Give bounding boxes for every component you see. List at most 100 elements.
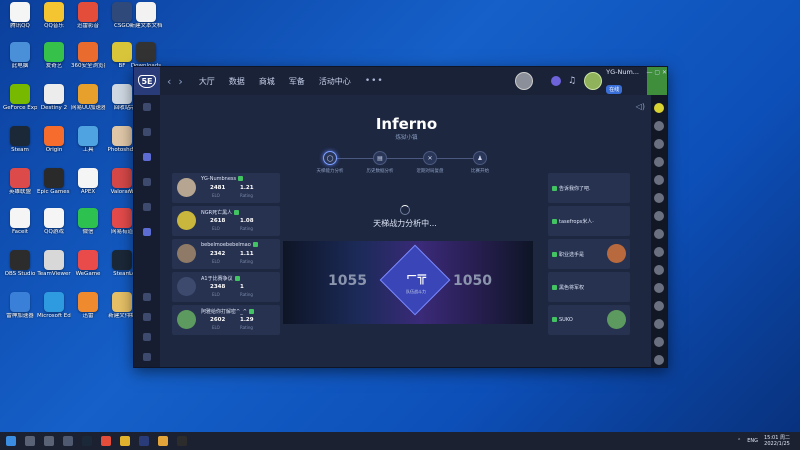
taskbar-obs-icon[interactable] [177,436,187,446]
sidebar-settings-icon[interactable] [143,313,151,321]
desktop-icon[interactable]: 雷神加速器 [4,292,36,319]
more-menu-icon[interactable]: ••• [365,76,384,86]
clock[interactable]: 15:01 周二 2022/1/25 [764,435,790,447]
window-controls-icon[interactable]: — ▢ ✕ [646,69,667,76]
player-card[interactable]: YG-Numbness 2481 1.21 ELO Rating [172,173,280,203]
player-card[interactable]: 阿雅给你打解密^_^ 2602 1.29 ELO Rating [172,305,280,335]
sidebar-star-icon[interactable] [143,178,151,186]
desktop-icon[interactable]: Faceit [4,208,36,235]
desktop-icon[interactable]: TeamViewer [37,250,71,277]
friend-avatar[interactable] [654,121,664,131]
desktop-icon[interactable]: Steam [4,126,36,153]
friend-avatar[interactable] [654,139,664,149]
opponent-card[interactable]: 告诉我你了吧. [548,173,630,203]
bell-icon[interactable]: ♫ [568,76,576,86]
desktop-icon[interactable]: 此电脑 [4,42,36,69]
desktop-icon[interactable]: 微信 [72,208,104,235]
task-view-icon[interactable] [44,436,54,446]
player-card[interactable]: bebelmoebebelmao 2342 1.11 ELO Rating [172,239,280,269]
forward-arrow-icon[interactable]: › [178,75,182,88]
desktop-icon[interactable]: Downloads [130,42,162,69]
desktop-icon[interactable]: 迅雷 [72,292,104,319]
chat-icon[interactable] [654,355,664,365]
desktop-icon[interactable]: 网易UU加速器 [71,84,105,111]
taskbar-app-icon[interactable] [158,436,168,446]
opponent-card[interactable]: tasefrops米人· [548,206,630,236]
taskbar-wanmei-icon[interactable] [120,436,130,446]
opponent-avatar[interactable] [607,244,626,263]
sidebar-sword-icon[interactable] [143,228,151,236]
player-card[interactable]: NGR死亡黑人 2618 1.08 ELO Rating [172,206,280,236]
taskbar-steam-icon[interactable] [82,436,92,446]
taskbar-chrome-icon[interactable] [101,436,111,446]
start-icon[interactable] [6,436,16,446]
tray-lang[interactable]: ENG [747,438,758,444]
friend-avatar[interactable] [654,229,664,239]
desktop-icon[interactable]: APEX [72,168,104,195]
friend-avatar[interactable] [654,265,664,275]
desktop-icon[interactable]: Epic Games Launcher [37,168,71,195]
player-avatar[interactable] [177,211,196,230]
tray-arrow-icon[interactable]: ⌃ [737,438,741,444]
sidebar-power-icon[interactable] [143,353,151,361]
desktop-icon[interactable]: WeGame [72,250,104,277]
friend-avatar[interactable] [654,319,664,329]
desktop-icon[interactable]: 360安全浏览器 [71,42,105,69]
search-icon[interactable] [25,436,35,446]
desktop-icon[interactable]: 迅雷影音 [72,2,104,29]
friend-avatar[interactable] [654,337,664,347]
sidebar-profile-icon[interactable] [143,103,151,111]
widgets-icon[interactable] [63,436,73,446]
friend-avatar[interactable] [654,247,664,257]
desktop-icon[interactable]: 工具 [72,126,104,153]
rank-badge-icon[interactable] [515,72,534,90]
opponent-avatar[interactable] [607,310,626,329]
friend-avatar[interactable] [654,157,664,167]
desktop-icon[interactable]: GeForce Experience [3,84,37,111]
desktop-icon[interactable]: QQ音乐 [38,2,70,29]
desktop-icon[interactable]: Origin [38,126,70,153]
opponent-card[interactable]: SUKO [548,305,630,335]
desktop-icon[interactable]: 英雄联盟 [4,168,36,195]
taskbar-5e-icon[interactable] [139,436,149,446]
user-avatar[interactable] [584,72,603,90]
nav-data[interactable]: 数据 [229,76,245,87]
5e-logo[interactable]: 5E [134,67,160,95]
sound-icon[interactable]: ◁) [636,102,645,111]
player-avatar[interactable] [177,178,196,197]
desktop-icon[interactable]: 腾讯QQ [4,2,36,29]
friend-avatar[interactable] [654,193,664,203]
friend-avatar[interactable] [654,103,664,113]
sidebar-search-icon[interactable] [143,293,151,301]
nav-lobby[interactable]: 大厅 [199,76,215,87]
opponent-card[interactable]: 职业选手是 [548,239,630,269]
player-card[interactable]: A1于比赛争议 2348 1 ELO Rating [172,272,280,302]
desktop-icon[interactable]: Microsoft Edge [37,292,71,319]
player-avatar[interactable] [177,310,196,329]
nav-shop[interactable]: 商城 [259,76,275,87]
player-avatar[interactable] [177,277,196,296]
sidebar-wifi-icon[interactable] [143,203,151,211]
desktop-icon[interactable]: 新建文本文档 [129,2,163,29]
friend-avatar[interactable] [654,283,664,293]
opponent-card[interactable]: 黑色将军权 [548,272,630,302]
friend-avatar[interactable] [654,175,664,185]
nav-armory[interactable]: 军备 [289,76,305,87]
verified-shield-icon [552,186,557,191]
back-arrow-icon[interactable]: ‹ [167,75,171,88]
sidebar-match-icon[interactable] [143,153,151,161]
player-avatar[interactable] [177,244,196,263]
nav-events[interactable]: 活动中心 [319,76,351,87]
coin-icon[interactable] [551,76,562,86]
sidebar-help-icon[interactable] [143,333,151,341]
sidebar-home-icon[interactable] [143,128,151,136]
desktop-icon[interactable]: QQ游戏 [38,208,70,235]
desktop-icon[interactable]: Destiny 2 [38,84,70,111]
app-icon [78,42,98,62]
loading-indicator: 天梯战力分析中... [340,205,470,229]
friend-avatar[interactable] [654,211,664,221]
app-icon [44,2,64,22]
friend-avatar[interactable] [654,301,664,311]
desktop-icon[interactable]: 爱奇艺 [38,42,70,69]
desktop-icon[interactable]: OBS Studio [4,250,36,277]
